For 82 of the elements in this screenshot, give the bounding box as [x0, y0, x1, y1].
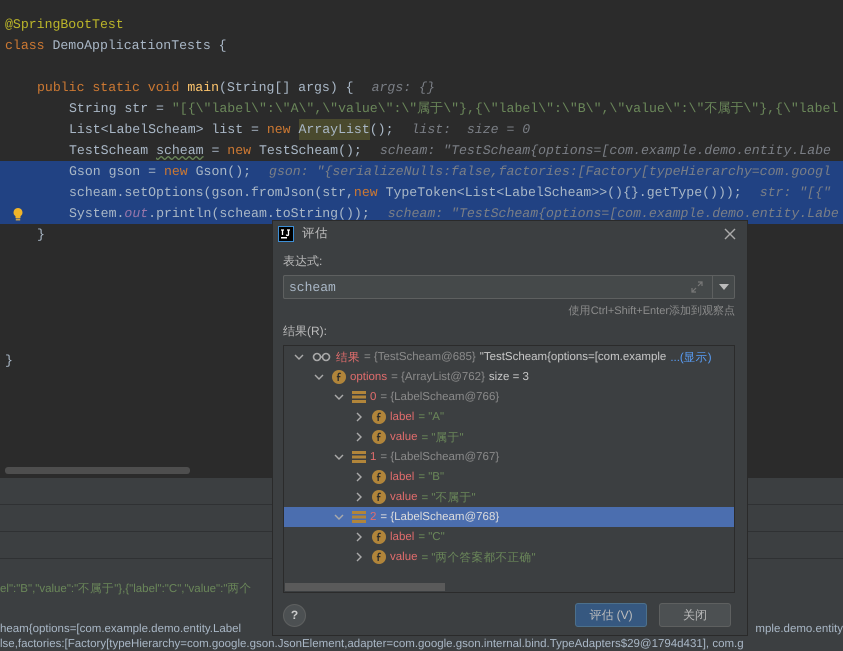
- field-label: 结果(R):: [283, 323, 328, 340]
- tree-node[interactable]: 1 = {LabelScheam@767}: [284, 447, 734, 467]
- tree-node[interactable]: value = "不属于": [284, 487, 734, 507]
- dialog-button[interactable]: 评估 (V): [575, 603, 647, 627]
- node-value: size = 3: [488, 371, 529, 383]
- code-token: TypeToken<List<LabelScheam>>(){}.getType()));: [386, 184, 742, 202]
- code-token: "[{\"label\":\"A\",\"value\":\"属于\"},{\"label\":\"B\",\"value\":\"不属于\"},{\"label: [172, 100, 838, 118]
- code-token: List<LabelScheam> list =: [69, 121, 260, 139]
- code-token: TestScheam();: [258, 142, 362, 160]
- help-button[interactable]: ?: [283, 604, 306, 626]
- expression-field[interactable]: scheam: [283, 275, 735, 299]
- code-token: main: [187, 79, 220, 97]
- inline-value-hint: scheam: "TestScheam{options=[com.example.demo.entity.Labe: [388, 205, 839, 223]
- node-name: value: [390, 551, 418, 563]
- node-name: label: [390, 471, 414, 483]
- code-token: .println(scheam.toString());: [148, 205, 370, 223]
- code-token: =: [210, 142, 220, 160]
- inline-value-hint: str: "[{": [760, 184, 831, 202]
- inline-value-hint: args: {}: [372, 79, 435, 97]
- code-token: new: [354, 184, 379, 202]
- code-token: new: [164, 163, 189, 181]
- code-token: }: [37, 226, 45, 244]
- inline-value-hint: scheam: "TestScheam{options=[com.example.demo.entity.Labe: [380, 142, 831, 160]
- code-token: ();: [370, 121, 394, 139]
- inline-value-hint: gson: "{serializeNulls:false,factories:[Factory[typeHierarchy=com.googl: [269, 163, 831, 181]
- node-type: = {ArrayList@762}: [391, 371, 485, 383]
- code-token: out: [124, 205, 148, 223]
- dialog-button[interactable]: 关闭: [659, 603, 731, 627]
- code-token: @SpringBootTest: [5, 16, 124, 34]
- code-token: scheam: [156, 142, 204, 160]
- node-type: = {TestScheam@685}: [364, 351, 476, 363]
- tree-node[interactable]: 结果 = {TestScheam@685} "TestScheam{options=[com.example ...(显示): [284, 347, 734, 367]
- tree-node[interactable]: 0 = {LabelScheam@766}: [284, 387, 734, 407]
- tree-node[interactable]: label = "C": [284, 527, 734, 547]
- tree-node[interactable]: label = "B": [284, 467, 734, 487]
- dialog-title: 评估: [302, 225, 329, 242]
- inline-value-hint: list: size = 0: [412, 121, 530, 139]
- tree-node[interactable]: value = "属于": [284, 427, 734, 447]
- code-token: (String[] args) {: [219, 79, 354, 97]
- field-label: 表达式:: [283, 253, 324, 270]
- node-value: "TestScheam{options=[com.example: [480, 351, 666, 363]
- console-text: heam{options=[com.example.demo.entity.Label: [0, 622, 242, 637]
- console-text: mple.demo.entity: [755, 622, 843, 637]
- console-text: el":"B","value":"不属于"},{"label":"C","value":"两个: [0, 582, 252, 597]
- node-value: = "不属于": [422, 490, 476, 504]
- node-value: = "属于": [422, 430, 464, 444]
- node-name: 结果: [336, 350, 360, 364]
- tree-node[interactable]: value = "两个答案都不正确": [284, 547, 734, 567]
- node-name: value: [390, 431, 418, 443]
- code-token: Gson();: [196, 163, 252, 181]
- node-name: label: [390, 411, 414, 423]
- node-type: = {LabelScheam@766}: [380, 391, 500, 403]
- show-link[interactable]: ...(显示): [670, 350, 712, 364]
- node-name: 0: [370, 391, 376, 403]
- code-token: new: [266, 121, 292, 139]
- node-name: 2: [370, 511, 376, 523]
- node-value: = "C": [418, 531, 445, 543]
- node-value: = "B": [418, 471, 444, 483]
- shortcut-hint: 使用Ctrl+Shift+Enter添加到观察点: [568, 304, 735, 318]
- code-token: System.: [69, 205, 124, 223]
- node-value: = "A": [418, 411, 444, 423]
- code-token: new: [227, 142, 252, 160]
- node-name: options: [350, 371, 388, 383]
- node-type: = {LabelScheam@767}: [380, 451, 500, 463]
- tree-node[interactable]: options = {ArrayList@762} size = 3: [284, 367, 734, 387]
- console-text: lse,factories:[Factory[typeHierarchy=com.google.gson.JsonElement,adapter=com.google.gson.internal.bind.TypeAdapters$29@1794d431], com.g: [0, 637, 744, 651]
- code-token: class: [5, 37, 46, 55]
- code-token: ArrayList: [298, 119, 370, 140]
- code-token: public static void: [37, 79, 180, 97]
- code-token: Gson gson =: [69, 163, 158, 181]
- tree-node[interactable]: 2 = {LabelScheam@768}: [284, 507, 734, 527]
- code-token: TestScheam: [69, 142, 150, 160]
- node-type: = {LabelScheam@768}: [380, 511, 500, 523]
- code-token: String str =: [69, 100, 165, 118]
- code-token: scheam.setOptions(gson.fromJson(str,: [69, 184, 354, 202]
- code-token: }: [5, 352, 13, 370]
- node-name: value: [390, 491, 418, 503]
- tree-node[interactable]: label = "A": [284, 407, 734, 427]
- node-value: = "两个答案都不正确": [422, 550, 536, 564]
- node-name: label: [390, 531, 414, 543]
- code-token: DemoApplicationTests {: [52, 37, 227, 55]
- node-name: 1: [370, 451, 376, 463]
